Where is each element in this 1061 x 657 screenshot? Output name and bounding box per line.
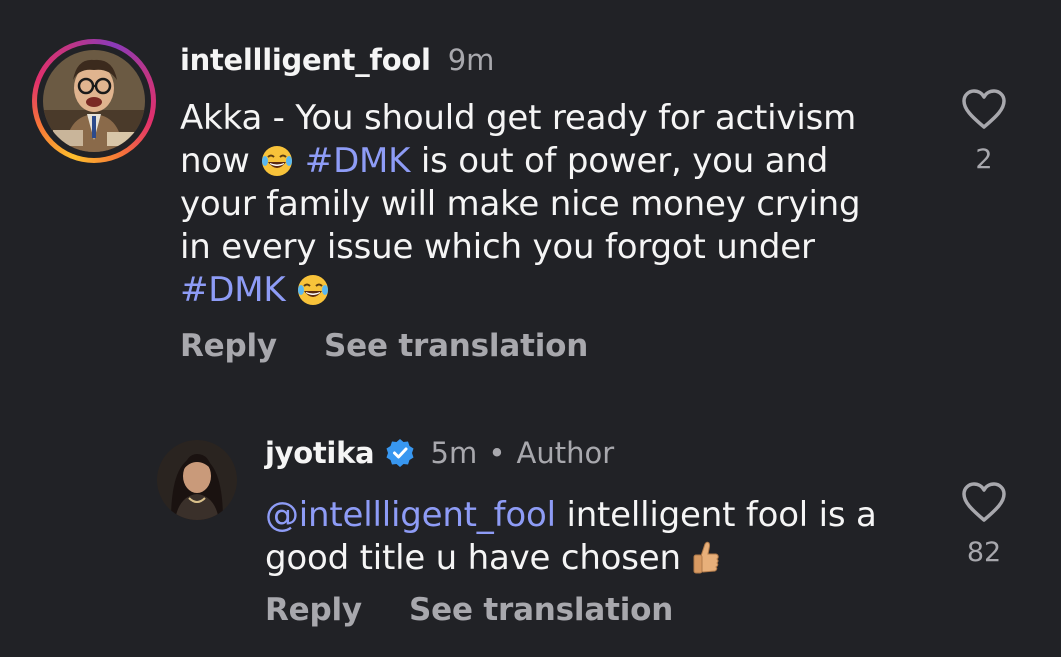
story-ring[interactable] <box>32 39 156 163</box>
comment-line: in every issue which you forgot under <box>180 227 815 267</box>
like-count: 2 <box>975 144 993 175</box>
reply-button[interactable]: Reply <box>180 328 277 364</box>
comment-username[interactable]: intellligent_fool <box>180 43 431 77</box>
heart-icon[interactable] <box>961 88 1007 130</box>
comment-line: #DMK <box>180 269 860 312</box>
hashtag-link[interactable]: #DMK <box>180 270 286 310</box>
hashtag-link[interactable]: #DMK <box>305 141 411 181</box>
reply-button[interactable]: Reply <box>265 592 362 628</box>
comment-timestamp: 9m <box>447 43 495 77</box>
mention-link[interactable]: @intellligent_fool <box>265 495 556 535</box>
comment-line: your family will make nice money crying <box>180 184 861 224</box>
like-count: 82 <box>966 537 1002 568</box>
reply-username[interactable]: jyotika <box>265 436 375 470</box>
see-translation-button[interactable]: See translation <box>409 592 673 628</box>
reply-line: good title u have chosen <box>265 537 877 580</box>
avatar[interactable] <box>157 440 237 520</box>
avatar-image <box>157 440 237 520</box>
author-label: Author <box>516 436 615 470</box>
comment-body: Akka - You should get ready for activism… <box>180 97 861 312</box>
reply-line: @intellligent_fool intelligent fool is a <box>265 495 877 535</box>
verified-badge-icon <box>386 439 414 467</box>
avatar[interactable] <box>43 50 145 152</box>
comment-line: Akka - You should get ready for activism <box>180 98 857 138</box>
separator-dot: • <box>488 436 506 470</box>
see-translation-button[interactable]: See translation <box>324 328 588 364</box>
laughing-tears-emoji <box>262 146 293 176</box>
laughing-tears-emoji <box>298 275 329 305</box>
avatar-image <box>43 50 145 152</box>
thumbs-up-emoji <box>693 541 720 574</box>
reply-timestamp: 5m <box>430 436 478 470</box>
heart-icon[interactable] <box>961 481 1007 523</box>
reply-body: @intellligent_fool intelligent fool is a… <box>265 494 877 580</box>
comment-line: now #DMK is out of power, you and <box>180 141 829 181</box>
